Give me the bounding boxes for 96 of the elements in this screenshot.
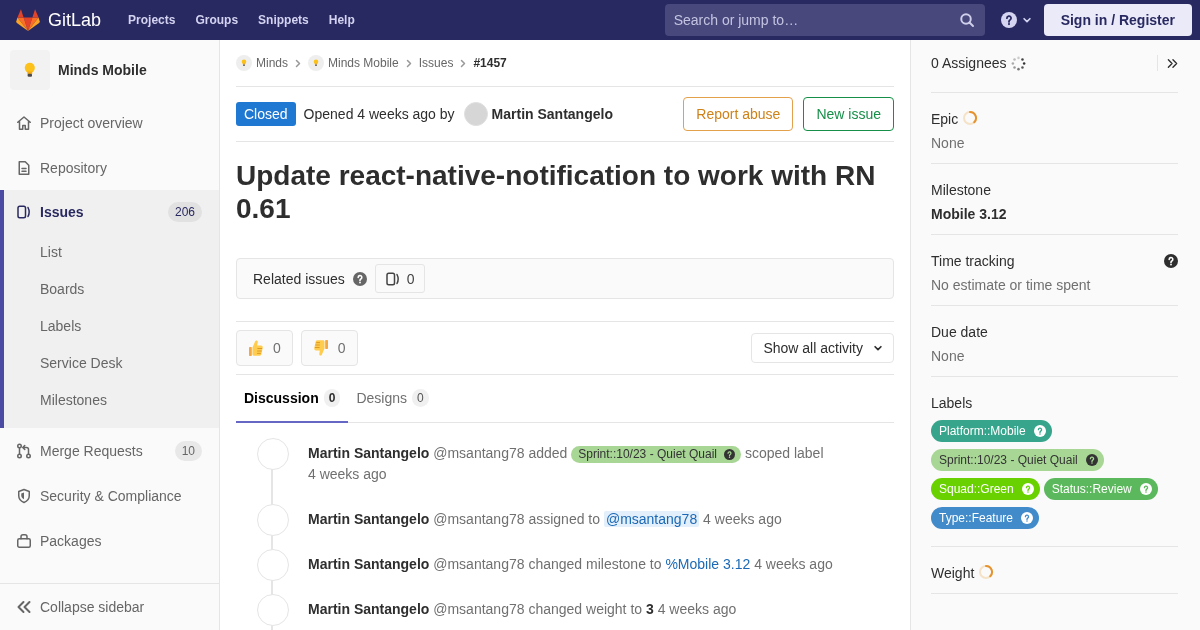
sidebar-item[interactable]: Packages (0, 518, 219, 563)
sidebar-subitem[interactable]: Milestones (0, 382, 219, 419)
chevron-right-icon (460, 58, 467, 68)
count-badge: 206 (167, 202, 202, 222)
sidebar-subitem[interactable]: Labels (0, 308, 219, 345)
logo-link[interactable]: GitLab (16, 9, 102, 31)
system-note-text: Martin Santangelo @msantang78 changed weight to 3 4 weeks ago (308, 600, 737, 619)
help-icon (352, 271, 367, 286)
lightbulb-icon (308, 55, 324, 71)
label-tag[interactable]: Sprint::10/23 - Quiet Quail (931, 449, 1104, 471)
system-note-text: Martin Santangelo @msantang78 assigned to @msantang78 4 weeks ago (308, 510, 782, 529)
sign-in-button[interactable]: Sign in / Register (1043, 4, 1192, 36)
thumbs-up-icon (248, 339, 264, 357)
double-chevron-left-icon (16, 599, 32, 615)
count-badge: 0 (323, 389, 341, 407)
author-link[interactable]: Martin Santangelo (308, 601, 430, 617)
help-icon (1033, 425, 1046, 437)
issues-icon (384, 270, 401, 287)
count-value: 0 (406, 270, 415, 287)
home-icon (16, 114, 32, 131)
nav-link[interactable]: Groups (185, 4, 249, 36)
help-icon (1139, 483, 1152, 495)
section-title: Time tracking (931, 253, 1015, 269)
sidebar-subitem[interactable]: List (0, 234, 219, 271)
tab[interactable]: Discussion 0 (236, 375, 349, 423)
sidebar-item[interactable]: Project overview (0, 100, 219, 145)
opened-text: Opened 4 weeks ago by (303, 106, 455, 122)
fox-logo-icon (16, 9, 40, 31)
help-icon (1021, 483, 1034, 495)
user-avatar (463, 102, 488, 126)
caret-icon (873, 343, 883, 353)
shield-icon (16, 487, 32, 504)
search-field[interactable]: Search or jump to… (664, 4, 985, 36)
section-value: None (931, 134, 966, 153)
author-link[interactable]: Martin Santangelo (308, 556, 430, 572)
activity-filter-dropdown[interactable]: Show all activity (751, 333, 894, 363)
author-link[interactable]: Martin Santangelo (308, 445, 430, 461)
milestone-link[interactable]: %Mobile 3.12 (665, 556, 751, 572)
sidebar-item[interactable]: Security & Compliance (0, 473, 219, 518)
lightbulb-avatar-icon (10, 50, 50, 90)
section-value: No estimate or time spent (931, 276, 1092, 295)
chevron-right-icon (295, 58, 301, 68)
breadcrumb-link[interactable]: Issues (418, 56, 454, 70)
section-title: 0 Assignees (931, 55, 1007, 71)
author-link[interactable]: Martin Santangelo (308, 511, 430, 527)
section-value: Mobile 3.12 (931, 205, 1008, 224)
breadcrumb-link[interactable]: Minds Mobile (308, 55, 399, 71)
nav-link[interactable]: Help (318, 4, 365, 36)
help-icon (1000, 12, 1017, 28)
award-button[interactable]: 0 (236, 330, 293, 366)
thumbs-down-icon (312, 339, 329, 357)
system-note-text: Martin Santangelo @msantang78 added Sprint::10/23 - Quiet Quail scoped label 4 weeks ago (308, 444, 825, 484)
bag-icon (16, 532, 32, 549)
label-tag[interactable]: Type::Feature (931, 507, 1040, 529)
section-title: Milestone (931, 182, 991, 198)
report-abuse-button[interactable]: Report abuse (683, 97, 794, 131)
nav-link[interactable]: Projects (118, 4, 186, 36)
sidebar-subitem[interactable]: Service Desk (0, 345, 219, 382)
sidebar-item[interactable]: Merge Requests 10 (0, 428, 219, 473)
help-icon (724, 449, 735, 460)
lightbulb-icon (236, 55, 252, 71)
chevron-right-icon (405, 58, 412, 68)
breadcrumb-link[interactable]: Minds (236, 55, 288, 71)
section-title: Epic (931, 111, 959, 127)
sidebar-item[interactable]: Repository (0, 145, 219, 190)
count-badge: 0 (412, 389, 429, 407)
status-badge: Closed (236, 102, 296, 126)
breadcrumb-link[interactable]: #1457 (473, 56, 507, 70)
document-icon (16, 159, 32, 176)
nav-link[interactable]: Snippets (248, 4, 319, 36)
award-button[interactable]: 0 (300, 330, 358, 366)
help-icon (1085, 454, 1098, 466)
merge-request-icon (16, 442, 32, 459)
section-title: Due date (931, 324, 988, 340)
user-mention-link[interactable]: @msantang78 (603, 511, 700, 527)
sidebar-subitem[interactable]: Boards (0, 271, 219, 308)
issue-title: Update react-native-notification to work with RN 0.61 (236, 159, 877, 225)
issues-icon (16, 204, 32, 220)
search-icon (958, 12, 975, 28)
tab[interactable]: Designs 0 (348, 375, 437, 423)
help-icon (1021, 512, 1034, 524)
section-value: None (931, 347, 966, 366)
sidebar-toggle-button[interactable] (1157, 55, 1178, 71)
project-header-link[interactable]: Minds Mobile (0, 40, 219, 100)
section-title: Related issues (253, 270, 345, 287)
section-title: Labels (931, 395, 973, 411)
count-badge: 10 (174, 440, 202, 461)
sidebar-item[interactable]: Issues 206 (0, 190, 219, 234)
double-chevron-right-icon (1167, 57, 1178, 69)
system-note-text: Martin Santangelo @msantang78 changed milestone to %Mobile 3.12 4 weeks ago (308, 555, 833, 574)
label-tag[interactable]: Sprint::10/23 - Quiet Quail (571, 446, 741, 463)
author-link[interactable]: Martin Santangelo (491, 106, 613, 122)
collapse-sidebar-button[interactable]: Collapse sidebar (0, 583, 219, 630)
new-issue-button[interactable]: New issue (803, 97, 894, 131)
caret-icon (1021, 15, 1032, 25)
section-title: Weight (931, 565, 975, 581)
